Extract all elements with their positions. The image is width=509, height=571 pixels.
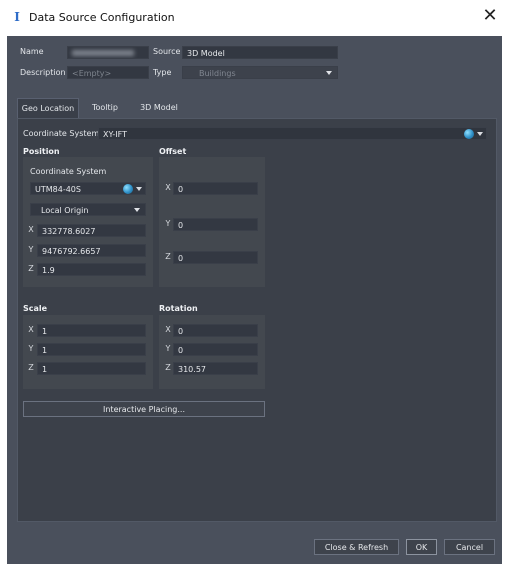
rotation-z-label: Z — [165, 363, 171, 372]
type-value: Buildings — [199, 69, 236, 78]
offset-y-input[interactable]: 0 — [173, 218, 258, 231]
scale-z-label: Z — [28, 363, 34, 372]
type-label: Type — [153, 68, 172, 77]
position-cs-field[interactable]: UTM84-40S — [30, 182, 146, 195]
coordinate-system-value: XY-IFT — [103, 130, 128, 139]
close-refresh-button[interactable]: Close & Refresh — [314, 539, 399, 555]
offset-x-label: X — [165, 183, 171, 192]
interactive-placing-button[interactable]: Interactive Placing... — [23, 401, 265, 417]
scale-y-input[interactable]: 1 — [37, 343, 146, 356]
offset-z-label: Z — [165, 252, 171, 261]
close-icon[interactable]: ✕ — [479, 5, 501, 27]
offset-title: Offset — [159, 147, 187, 156]
chevron-down-icon — [477, 132, 483, 136]
scale-group: X 1 Y 1 Z 1 — [23, 315, 153, 389]
source-field[interactable]: 3D Model — [182, 46, 338, 59]
coordinate-system-label: Coordinate System — [23, 129, 100, 138]
tab-tooltip[interactable]: Tooltip — [85, 98, 125, 118]
name-field[interactable] — [67, 46, 149, 59]
position-x-label: X — [28, 225, 34, 234]
position-group: Coordinate System UTM84-40S Local Origin… — [23, 157, 153, 287]
description-label: Description — [20, 68, 66, 77]
scale-title: Scale — [23, 304, 48, 313]
tab-3d-model[interactable]: 3D Model — [135, 98, 183, 118]
position-z-label: Z — [28, 264, 34, 273]
rotation-z-input[interactable]: 310.57 — [173, 362, 258, 375]
scale-y-label: Y — [28, 344, 34, 353]
geo-location-panel: Coordinate System XY-IFT Position Coordi… — [17, 118, 497, 522]
title-bar[interactable]: I Data Source Configuration ✕ — [0, 0, 509, 36]
ok-button[interactable]: OK — [406, 539, 437, 555]
globe-icon[interactable] — [464, 129, 474, 139]
source-label: Source — [153, 47, 181, 56]
origin-value: Local Origin — [41, 206, 89, 215]
rotation-group: X 0 Y 0 Z 310.57 — [159, 315, 265, 389]
window-title: Data Source Configuration — [29, 11, 175, 24]
name-value-redacted — [72, 49, 134, 58]
type-dropdown[interactable]: Buildings — [182, 66, 338, 79]
rotation-title: Rotation — [159, 304, 198, 313]
position-y-input[interactable]: 9476792.6657 — [37, 244, 146, 257]
coordinate-system-field[interactable]: XY-IFT — [98, 127, 487, 140]
position-y-label: Y — [28, 245, 34, 254]
offset-z-input[interactable]: 0 — [173, 251, 258, 264]
rotation-x-input[interactable]: 0 — [173, 324, 258, 337]
origin-dropdown[interactable]: Local Origin — [30, 203, 146, 216]
position-x-input[interactable]: 332778.6027 — [37, 224, 146, 237]
chevron-down-icon — [136, 187, 142, 191]
name-label: Name — [20, 47, 44, 56]
offset-y-label: Y — [165, 219, 171, 228]
position-cs-value: UTM84-40S — [35, 185, 81, 194]
position-z-input[interactable]: 1.9 — [37, 263, 146, 276]
rotation-y-input[interactable]: 0 — [173, 343, 258, 356]
dialog-window: I Data Source Configuration ✕ Name Sourc… — [0, 0, 509, 571]
position-cs-label: Coordinate System — [30, 167, 107, 176]
tab-geo-location[interactable]: Geo Location — [17, 98, 79, 119]
rotation-y-label: Y — [165, 344, 171, 353]
dialog-body: Name Source 3D Model Description <Empty>… — [7, 36, 502, 564]
position-title: Position — [23, 147, 60, 156]
app-icon: I — [14, 10, 20, 24]
scale-x-label: X — [28, 325, 34, 334]
cancel-button[interactable]: Cancel — [444, 539, 495, 555]
description-field[interactable]: <Empty> — [67, 66, 149, 79]
globe-icon[interactable] — [123, 184, 133, 194]
rotation-x-label: X — [165, 325, 171, 334]
offset-group: X 0 Y 0 Z 0 — [159, 157, 265, 287]
chevron-down-icon — [134, 208, 140, 212]
offset-x-input[interactable]: 0 — [173, 182, 258, 195]
scale-x-input[interactable]: 1 — [37, 324, 146, 337]
chevron-down-icon — [326, 71, 332, 75]
scale-z-input[interactable]: 1 — [37, 362, 146, 375]
